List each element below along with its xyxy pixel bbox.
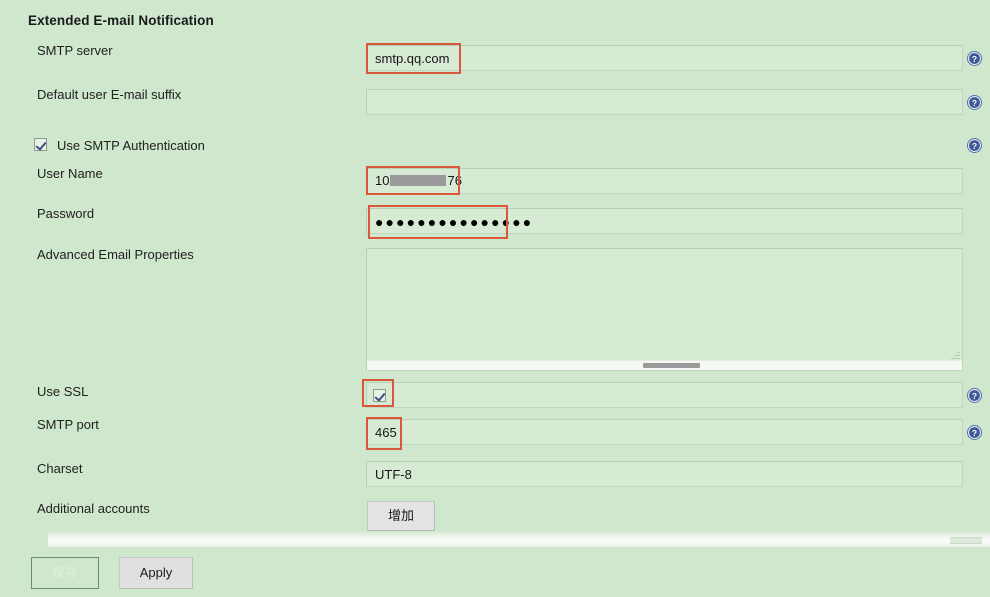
help-icon-smtp-server[interactable]: ? <box>967 51 982 66</box>
help-icon-default-suffix[interactable]: ? <box>967 95 982 110</box>
help-icon-use-ssl[interactable]: ? <box>967 388 982 403</box>
textarea-horizontal-scrollbar[interactable] <box>367 360 962 370</box>
user-name-value-suffix: 76 <box>447 173 462 188</box>
smtp-server-label: SMTP server <box>37 43 113 58</box>
textarea-scrollbar-thumb[interactable] <box>643 363 700 368</box>
advanced-email-properties-field[interactable] <box>366 248 963 371</box>
smtp-port-input[interactable] <box>366 419 963 445</box>
user-name-redaction-bar <box>390 175 447 186</box>
page-scrollbar-thumb[interactable] <box>950 537 982 544</box>
svg-text:?: ? <box>972 54 977 64</box>
use-smtp-authentication-checkbox[interactable] <box>34 138 47 151</box>
svg-text:?: ? <box>972 141 977 151</box>
svg-text:?: ? <box>972 391 977 401</box>
resize-grip-icon[interactable] <box>950 349 961 360</box>
default-email-suffix-input[interactable] <box>366 89 963 115</box>
smtp-port-label: SMTP port <box>37 417 99 432</box>
smtp-server-input[interactable] <box>366 45 963 71</box>
user-name-value-prefix: 10 <box>375 173 390 188</box>
charset-label: Charset <box>37 461 83 476</box>
page-title: Extended E-mail Notification <box>28 13 214 28</box>
email-notification-settings-page: { "page": { "title": "Extended E-mail No… <box>0 0 990 597</box>
password-input[interactable]: ●●●●●●●●●●●●●●● <box>366 208 963 234</box>
svg-text:?: ? <box>972 98 977 108</box>
password-masked-value: ●●●●●●●●●●●●●●● <box>375 214 534 230</box>
default-email-suffix-label: Default user E-mail suffix <box>37 87 182 102</box>
use-ssl-row-field <box>366 382 963 408</box>
add-account-button[interactable]: 增加 <box>367 501 435 531</box>
password-label: Password <box>37 206 95 221</box>
help-icon-smtp-port[interactable]: ? <box>967 425 982 440</box>
save-button[interactable]: 保存 <box>31 557 99 589</box>
user-name-label: User Name <box>37 166 103 181</box>
advanced-email-properties-textarea[interactable] <box>367 249 962 361</box>
apply-button[interactable]: Apply <box>119 557 193 589</box>
svg-text:?: ? <box>972 428 977 438</box>
use-ssl-checkbox[interactable] <box>373 389 386 402</box>
charset-input[interactable] <box>366 461 963 487</box>
page-horizontal-scrollbar[interactable] <box>48 531 990 547</box>
user-name-input[interactable]: 10 76 <box>366 168 963 194</box>
use-ssl-label: Use SSL <box>37 384 89 399</box>
additional-accounts-label: Additional accounts <box>37 501 150 516</box>
help-icon-smtp-auth[interactable]: ? <box>967 138 982 153</box>
use-smtp-authentication-label: Use SMTP Authentication <box>57 138 205 153</box>
advanced-email-properties-label: Advanced Email Properties <box>37 247 194 262</box>
